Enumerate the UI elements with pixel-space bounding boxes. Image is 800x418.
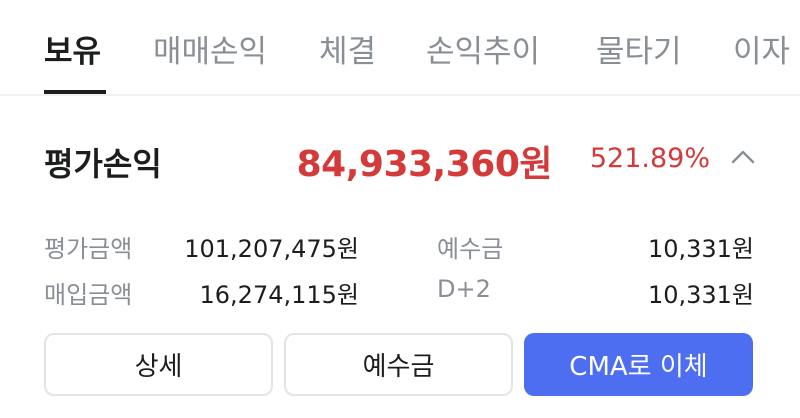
- deposit-value: 10,331원: [647, 235, 754, 263]
- tab-bar: 보유 매매손익 체결 손익추이 물타기 이자: [0, 0, 800, 95]
- deposit-button-label: 예수금: [362, 352, 435, 382]
- tab-profit-trend[interactable]: 손익추이: [426, 26, 540, 71]
- tab-trade-profit[interactable]: 매매손익: [153, 26, 267, 71]
- tab-executions[interactable]: 체결: [319, 26, 376, 71]
- deposit-label: 예수금: [437, 235, 504, 263]
- d2-label: D+2: [437, 275, 491, 303]
- detail-button[interactable]: 상세: [44, 333, 273, 396]
- eval-amount-label: 평가금액: [44, 235, 133, 263]
- eval-amount-value: 101,207,475원: [184, 235, 359, 263]
- eval-profit-value: 84,933,360원: [296, 144, 553, 185]
- tab-interest[interactable]: 이자: [733, 26, 790, 71]
- chevron-up-icon[interactable]: [730, 146, 756, 168]
- eval-profit-label: 평가손익: [44, 145, 162, 183]
- purchase-amount-value: 16,274,115원: [199, 281, 360, 309]
- tab-divider: [0, 94, 800, 96]
- cma-transfer-button[interactable]: CMA로 이체: [524, 333, 753, 396]
- eval-profit-rate: 521.89%: [589, 143, 710, 174]
- cma-transfer-button-label: CMA로 이체: [569, 352, 708, 382]
- tab-holdings[interactable]: 보유: [44, 26, 101, 71]
- deposit-button[interactable]: 예수금: [284, 333, 513, 396]
- detail-button-label: 상세: [134, 352, 183, 382]
- d2-value: 10,331원: [647, 281, 754, 309]
- tab-averaging-down[interactable]: 물타기: [596, 26, 682, 71]
- purchase-amount-label: 매입금액: [44, 281, 133, 309]
